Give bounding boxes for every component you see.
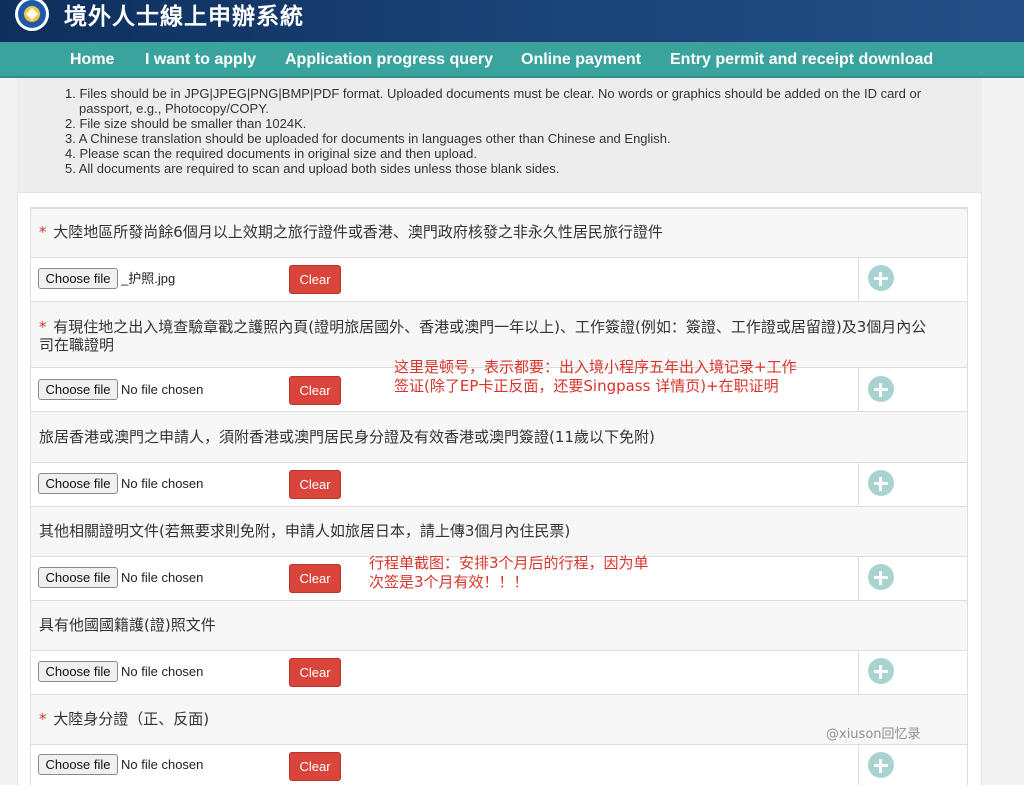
section-title-text: 旅居香港或澳門之申請人，須附香港或澳門居民身分證及有效香港或澳門簽證(11歲以下…: [39, 428, 655, 446]
annotation-line: 这里是顿号，表示都要：出入境小程序五年出入境记录+工作: [394, 358, 797, 376]
plus-circle-icon[interactable]: [868, 752, 894, 778]
section-title-text: 有現住地之出入境查驗章戳之護照內頁(證明旅居國外、香港或澳門一年以上)、工作簽證…: [53, 318, 927, 336]
nav-apply[interactable]: I want to apply: [145, 42, 256, 78]
main-nav: Home I want to apply Application progres…: [0, 42, 1024, 78]
section-title-foreign-passport: 具有他國國籍護(證)照文件: [31, 600, 967, 650]
instruction-line: 2. File size should be smaller than 1024…: [65, 116, 307, 131]
clear-button[interactable]: Clear: [289, 658, 341, 687]
clear-button[interactable]: Clear: [289, 376, 341, 405]
section-title-travel-document: * 大陸地區所發尚餘6個月以上效期之旅行證件或香港、澳門政府核發之非永久性居民旅…: [31, 208, 967, 257]
choose-file-button[interactable]: Choose file: [38, 473, 118, 494]
site-title: 境外人士線上申辦系統: [64, 4, 304, 30]
required-mark: *: [39, 710, 47, 728]
nav-home[interactable]: Home: [70, 42, 114, 78]
upload-row-foreign-passport: Choose file No file chosen Clear: [31, 650, 967, 694]
plus-circle-icon[interactable]: [868, 564, 894, 590]
file-status: _护照.jpg: [121, 271, 176, 286]
choose-file-button[interactable]: Choose file: [38, 268, 118, 289]
file-status: No file chosen: [121, 757, 204, 772]
annotation-line: 次签是3个月有效！！！: [369, 573, 529, 591]
plus-circle-icon[interactable]: [868, 470, 894, 496]
choose-file-button[interactable]: Choose file: [38, 754, 118, 775]
required-mark: *: [39, 318, 47, 336]
annotation-note-1: 这里是顿号，表示都要：出入境小程序五年出入境记录+工作 签证(除了EP卡正反面，…: [394, 358, 797, 396]
file-status: No file chosen: [121, 382, 204, 397]
upload-instructions: 1. Files should be in JPG|JPEG|PNG|BMP|P…: [17, 78, 982, 193]
nav-entry-permit-download[interactable]: Entry permit and receipt download: [670, 42, 933, 78]
section-title-text: 其他相關證明文件(若無要求則免附，申請人如旅居日本，請上傳3個月內住民票): [39, 522, 571, 540]
file-status: No file chosen: [121, 476, 204, 491]
annotation-line: 签证(除了EP卡正反面，还要Singpass 详情页)+在职证明: [394, 377, 779, 395]
clear-button[interactable]: Clear: [289, 752, 341, 781]
choose-file-button[interactable]: Choose file: [38, 661, 118, 682]
upload-row-hk-macau-id: Choose file No file chosen Clear: [31, 462, 967, 506]
file-status: No file chosen: [121, 570, 204, 585]
required-mark: *: [39, 223, 47, 241]
section-title-text: 大陸身分證（正、反面): [53, 710, 210, 728]
emblem-icon: [15, 0, 49, 31]
nav-online-payment[interactable]: Online payment: [521, 42, 641, 78]
instruction-line: 3. A Chinese translation should be uploa…: [65, 131, 671, 146]
clear-button[interactable]: Clear: [289, 470, 341, 499]
section-title-hk-macau-id: 旅居香港或澳門之申請人，須附香港或澳門居民身分證及有效香港或澳門簽證(11歲以下…: [31, 411, 967, 462]
plus-circle-icon[interactable]: [868, 658, 894, 684]
plus-circle-icon[interactable]: [868, 376, 894, 402]
column-divider: [858, 368, 859, 411]
instruction-line: 5. All documents are required to scan an…: [65, 161, 560, 176]
column-divider: [858, 258, 859, 301]
section-title-text: 司在職證明: [39, 336, 115, 354]
annotation-line: 行程单截图：安排3个月后的行程，因为单: [369, 554, 649, 572]
watermark: @xiuson回忆录: [826, 727, 921, 742]
nav-progress-query[interactable]: Application progress query: [285, 42, 493, 78]
instruction-line: passport, e.g., Photocopy/COPY.: [79, 101, 269, 116]
upload-row-mainland-id: Choose file No file chosen Clear: [31, 744, 967, 785]
section-title-other-documents: 其他相關證明文件(若無要求則免附，申請人如旅居日本，請上傳3個月內住民票): [31, 506, 967, 556]
column-divider: [858, 557, 859, 600]
column-divider: [858, 651, 859, 694]
clear-button[interactable]: Clear: [289, 564, 341, 593]
plus-circle-icon[interactable]: [868, 265, 894, 291]
choose-file-button[interactable]: Choose file: [38, 379, 118, 400]
upload-row-travel-document: Choose file _护照.jpg Clear: [31, 257, 967, 301]
annotation-note-2: 行程单截图：安排3个月后的行程，因为单 次签是3个月有效！！！: [369, 554, 649, 592]
top-banner: 境外人士線上申辦系統: [0, 0, 1024, 42]
file-status: No file chosen: [121, 664, 204, 679]
column-divider: [858, 745, 859, 785]
section-title-text: 大陸地區所發尚餘6個月以上效期之旅行證件或香港、澳門政府核發之非永久性居民旅行證…: [53, 223, 663, 241]
section-title-text: 具有他國國籍護(證)照文件: [39, 616, 216, 634]
column-divider: [858, 463, 859, 506]
instruction-line: 4. Please scan the required documents in…: [65, 146, 477, 161]
choose-file-button[interactable]: Choose file: [38, 567, 118, 588]
clear-button[interactable]: Clear: [289, 265, 341, 294]
instruction-line: 1. Files should be in JPG|JPEG|PNG|BMP|P…: [65, 86, 922, 101]
